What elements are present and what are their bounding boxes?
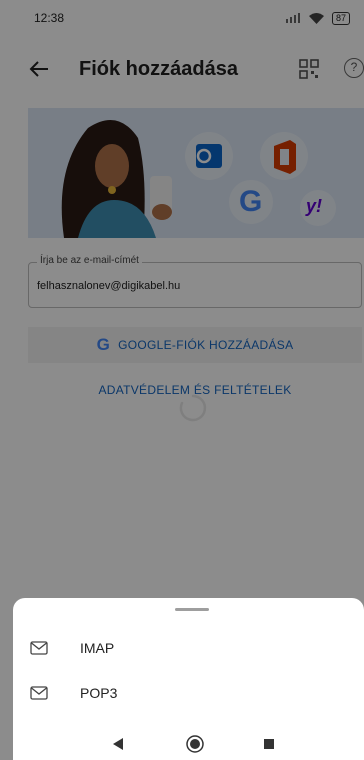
sheet-option-imap[interactable]: IMAP [13, 628, 364, 668]
sheet-drag-handle[interactable] [175, 608, 209, 611]
system-nav-bar [0, 728, 364, 760]
mail-icon [30, 641, 48, 655]
nav-home-icon[interactable] [186, 735, 204, 753]
sheet-option-label: POP3 [80, 685, 118, 701]
sheet-option-pop3[interactable]: POP3 [13, 673, 364, 713]
sheet-option-label: IMAP [80, 640, 115, 656]
nav-recents-icon[interactable] [264, 739, 274, 749]
mail-icon [30, 686, 48, 700]
nav-back-icon[interactable] [112, 738, 124, 750]
